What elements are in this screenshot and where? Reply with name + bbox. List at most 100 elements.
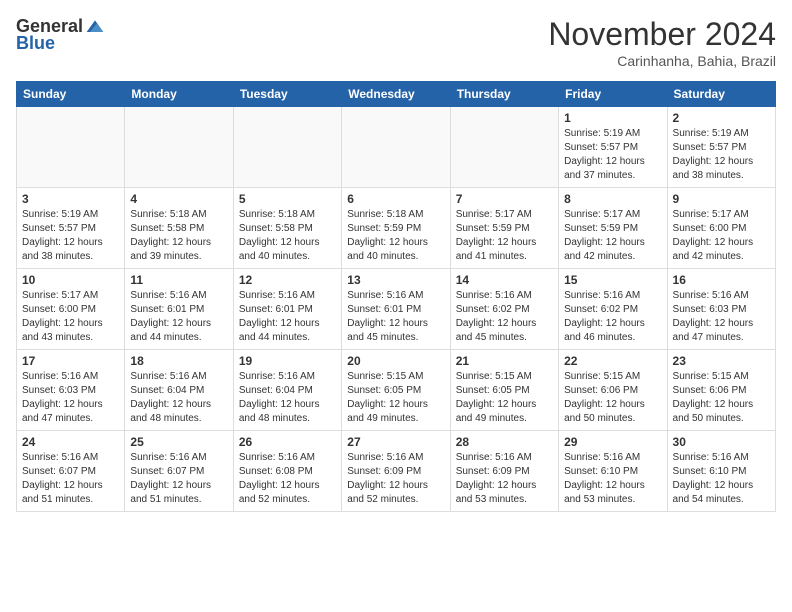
day-number: 4 (130, 192, 227, 206)
day-number: 8 (564, 192, 661, 206)
calendar-cell: 19Sunrise: 5:16 AM Sunset: 6:04 PM Dayli… (233, 350, 341, 431)
calendar-header-row: SundayMondayTuesdayWednesdayThursdayFrid… (17, 82, 776, 107)
calendar-cell (125, 107, 233, 188)
calendar-cell: 9Sunrise: 5:17 AM Sunset: 6:00 PM Daylig… (667, 188, 775, 269)
logo-icon (85, 17, 105, 37)
day-number: 6 (347, 192, 444, 206)
logo-blue-text: Blue (16, 33, 55, 54)
day-info: Sunrise: 5:16 AM Sunset: 6:09 PM Dayligh… (456, 451, 553, 507)
calendar-cell: 23 Sunrise: 5:15 AM Sunset: 6:06 PM Dayli… (667, 350, 775, 431)
day-number: 29 (564, 435, 661, 449)
week-row-2: 3 Sunrise: 5:19 AM Sunset: 5:57 PM Daylig… (17, 188, 776, 269)
day-number: 14 (456, 273, 553, 287)
calendar-cell: 12 Sunrise: 5:16 AM Sunset: 6:01 PM Dayli… (233, 269, 341, 350)
day-number: 16 (673, 273, 770, 287)
calendar-cell: 25 Sunrise: 5:16 AM Sunset: 6:07 PM Dayli… (125, 431, 233, 512)
day-info: Sunrise: 5:15 AM Sunset: 6:06 PM Dayligh… (564, 370, 661, 426)
calendar-header-sunday: Sunday (17, 82, 125, 107)
week-row-4: 17 Sunrise: 5:16 AM Sunset: 6:03 PM Dayli… (17, 350, 776, 431)
day-info: Sunrise: 5:16 AM Sunset: 6:09 PM Dayligh… (347, 451, 444, 507)
calendar-cell (17, 107, 125, 188)
calendar-cell: 3 Sunrise: 5:19 AM Sunset: 5:57 PM Daylig… (17, 188, 125, 269)
day-number: 24 (22, 435, 119, 449)
day-info: Sunrise: 5:16 AM Sunset: 6:02 PM Dayligh… (564, 289, 661, 345)
day-info: Sunrise: 5:16 AM Sunset: 6:04 PM Dayligh… (130, 370, 227, 426)
day-number: 17 (22, 354, 119, 368)
day-number: 3 (22, 192, 119, 206)
day-number: 11 (130, 273, 227, 287)
calendar-cell: 1Sunrise: 5:19 AM Sunset: 5:57 PM Daylig… (559, 107, 667, 188)
day-number: 22 (564, 354, 661, 368)
day-number: 27 (347, 435, 444, 449)
calendar-cell: 4 Sunrise: 5:18 AM Sunset: 5:58 PM Daylig… (125, 188, 233, 269)
day-info: Sunrise: 5:19 AM Sunset: 5:57 PM Dayligh… (673, 127, 770, 183)
calendar-cell: 20Sunrise: 5:15 AM Sunset: 6:05 PM Dayli… (342, 350, 450, 431)
day-info: Sunrise: 5:19 AM Sunset: 5:57 PM Dayligh… (22, 208, 119, 264)
day-info: Sunrise: 5:17 AM Sunset: 6:00 PM Dayligh… (22, 289, 119, 345)
title-section: November 2024 Carinhanha, Bahia, Brazil (548, 16, 776, 69)
calendar-cell: 15Sunrise: 5:16 AM Sunset: 6:02 PM Dayli… (559, 269, 667, 350)
day-info: Sunrise: 5:16 AM Sunset: 6:02 PM Dayligh… (456, 289, 553, 345)
day-info: Sunrise: 5:15 AM Sunset: 6:06 PM Dayligh… (673, 370, 770, 426)
calendar-header-tuesday: Tuesday (233, 82, 341, 107)
day-info: Sunrise: 5:17 AM Sunset: 5:59 PM Dayligh… (564, 208, 661, 264)
day-number: 26 (239, 435, 336, 449)
day-number: 7 (456, 192, 553, 206)
day-number: 21 (456, 354, 553, 368)
calendar-cell: 28 Sunrise: 5:16 AM Sunset: 6:09 PM Dayli… (450, 431, 558, 512)
calendar-cell: 22 Sunrise: 5:15 AM Sunset: 6:06 PM Dayli… (559, 350, 667, 431)
calendar-cell: 7 Sunrise: 5:17 AM Sunset: 5:59 PM Daylig… (450, 188, 558, 269)
calendar-cell: 17 Sunrise: 5:16 AM Sunset: 6:03 PM Dayli… (17, 350, 125, 431)
week-row-3: 10 Sunrise: 5:17 AM Sunset: 6:00 PM Dayli… (17, 269, 776, 350)
day-number: 12 (239, 273, 336, 287)
day-info: Sunrise: 5:16 AM Sunset: 6:08 PM Dayligh… (239, 451, 336, 507)
day-number: 25 (130, 435, 227, 449)
day-info: Sunrise: 5:17 AM Sunset: 5:59 PM Dayligh… (456, 208, 553, 264)
day-info: Sunrise: 5:16 AM Sunset: 6:10 PM Dayligh… (673, 451, 770, 507)
day-number: 19 (239, 354, 336, 368)
calendar-cell: 21Sunrise: 5:15 AM Sunset: 6:05 PM Dayli… (450, 350, 558, 431)
calendar-cell: 16 Sunrise: 5:16 AM Sunset: 6:03 PM Dayli… (667, 269, 775, 350)
calendar-header-monday: Monday (125, 82, 233, 107)
calendar-cell: 29Sunrise: 5:16 AM Sunset: 6:10 PM Dayli… (559, 431, 667, 512)
calendar-cell: 24 Sunrise: 5:16 AM Sunset: 6:07 PM Dayli… (17, 431, 125, 512)
day-number: 30 (673, 435, 770, 449)
day-number: 5 (239, 192, 336, 206)
calendar-cell: 14 Sunrise: 5:16 AM Sunset: 6:02 PM Dayli… (450, 269, 558, 350)
day-info: Sunrise: 5:18 AM Sunset: 5:59 PM Dayligh… (347, 208, 444, 264)
calendar-cell: 2 Sunrise: 5:19 AM Sunset: 5:57 PM Daylig… (667, 107, 775, 188)
calendar-header-saturday: Saturday (667, 82, 775, 107)
calendar-cell: 5 Sunrise: 5:18 AM Sunset: 5:58 PM Daylig… (233, 188, 341, 269)
page-header: General Blue November 2024 Carinhanha, B… (16, 16, 776, 69)
calendar-cell: 18Sunrise: 5:16 AM Sunset: 6:04 PM Dayli… (125, 350, 233, 431)
week-row-1: 1 Sunrise: 5:19 AM Sunset: 5:57 PM Daylig… (17, 107, 776, 188)
day-number: 1 (564, 111, 661, 125)
calendar-cell: 26 Sunrise: 5:16 AM Sunset: 6:08 PM Dayli… (233, 431, 341, 512)
day-info: Sunrise: 5:17 AM Sunset: 6:00 PM Dayligh… (673, 208, 770, 264)
calendar-cell: 8 Sunrise: 5:17 AM Sunset: 5:59 PM Daylig… (559, 188, 667, 269)
calendar-cell (450, 107, 558, 188)
calendar-header-wednesday: Wednesday (342, 82, 450, 107)
logo: General Blue (16, 16, 105, 54)
week-row-5: 24 Sunrise: 5:16 AM Sunset: 6:07 PM Dayli… (17, 431, 776, 512)
day-number: 28 (456, 435, 553, 449)
day-info: Sunrise: 5:16 AM Sunset: 6:03 PM Dayligh… (673, 289, 770, 345)
day-info: Sunrise: 5:18 AM Sunset: 5:58 PM Dayligh… (239, 208, 336, 264)
day-number: 10 (22, 273, 119, 287)
day-info: Sunrise: 5:16 AM Sunset: 6:01 PM Dayligh… (239, 289, 336, 345)
calendar-cell: 30 Sunrise: 5:16 AM Sunset: 6:10 PM Dayli… (667, 431, 775, 512)
day-number: 20 (347, 354, 444, 368)
calendar-cell: 10 Sunrise: 5:17 AM Sunset: 6:00 PM Dayli… (17, 269, 125, 350)
calendar-cell: 6 Sunrise: 5:18 AM Sunset: 5:59 PM Daylig… (342, 188, 450, 269)
day-info: Sunrise: 5:16 AM Sunset: 6:03 PM Dayligh… (22, 370, 119, 426)
calendar-cell (233, 107, 341, 188)
calendar-cell (342, 107, 450, 188)
day-number: 23 (673, 354, 770, 368)
day-info: Sunrise: 5:16 AM Sunset: 6:07 PM Dayligh… (22, 451, 119, 507)
day-info: Sunrise: 5:18 AM Sunset: 5:58 PM Dayligh… (130, 208, 227, 264)
day-number: 13 (347, 273, 444, 287)
month-title: November 2024 (548, 16, 776, 53)
calendar-header-friday: Friday (559, 82, 667, 107)
day-number: 2 (673, 111, 770, 125)
day-info: Sunrise: 5:16 AM Sunset: 6:07 PM Dayligh… (130, 451, 227, 507)
